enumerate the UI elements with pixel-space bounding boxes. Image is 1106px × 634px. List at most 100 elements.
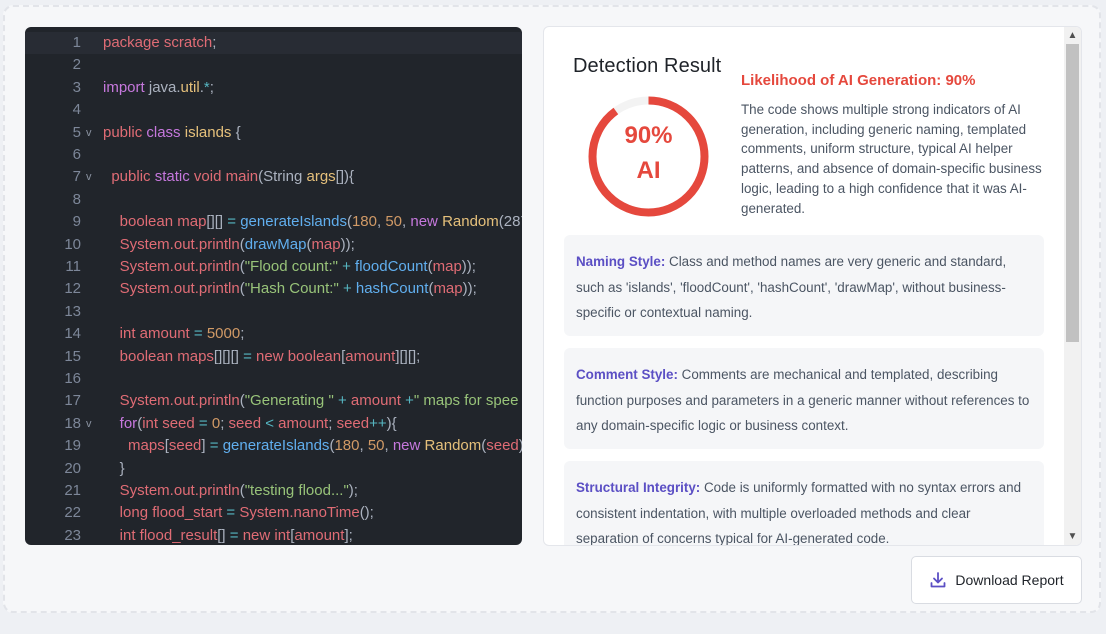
code-token: ; <box>220 414 229 432</box>
code-token: )); <box>461 258 476 275</box>
code-token: generateIslands <box>222 437 330 455</box>
code-line[interactable]: 18 v for(int seed = 0; seed < amount; see… <box>25 413 522 435</box>
fold-chevron-icon[interactable]: v <box>86 122 92 144</box>
code-text: for(int seed = 0; seed < amount; seed++)… <box>103 413 397 435</box>
code-line[interactable]: 10 System.out.println(drawMap(map)); <box>25 234 522 256</box>
code-text: System.out.println("Hash Count:" + hashC… <box>103 278 477 300</box>
detection-result-panel: Detection Result 90% AI Likelihood of AI… <box>543 26 1082 546</box>
fold-chevron-icon[interactable]: v <box>86 166 92 188</box>
code-line[interactable]: 13 <box>25 301 522 323</box>
code-token: new <box>392 437 421 455</box>
code-token: = <box>226 504 236 522</box>
code-line[interactable]: 11 System.out.println("Flood count:" + f… <box>25 256 522 278</box>
code-editor[interactable]: 1 package scratch; 2 3 import java.util.*; 4 5… <box>25 27 522 545</box>
code-line[interactable]: 23 int flood_result[] = new int[amount]; <box>25 525 522 545</box>
code-token: + <box>337 392 347 410</box>
code-text: boolean maps[][][] = new boolean[amount]… <box>103 346 421 368</box>
code-token: 0 <box>211 414 221 432</box>
gauge-percent: 90% <box>624 122 673 149</box>
line-number: 11 <box>65 258 81 275</box>
code-token: new boolean <box>256 347 342 365</box>
code-token: "Generating " <box>244 392 334 410</box>
code-token: boolean maps <box>119 347 214 365</box>
code-token: map <box>311 235 341 253</box>
code-token: public <box>111 168 151 186</box>
line-number: 15 <box>64 347 81 365</box>
code-line[interactable]: 14 int amount = 5000; <box>25 323 522 345</box>
code-token: import <box>103 78 145 96</box>
code-token: [] <box>217 526 230 544</box>
code-token: for <box>119 414 138 432</box>
comment-style-card: Comment Style: Comments are mechanical a… <box>564 348 1044 449</box>
code-token: = <box>229 526 239 544</box>
scroll-thumb[interactable] <box>1066 44 1079 342</box>
code-line[interactable]: 21 System.out.println("testing flood..."… <box>25 480 522 502</box>
code-text: System.out.println("Flood count:" + floo… <box>103 256 476 278</box>
code-line[interactable]: 2 <box>25 54 522 76</box>
code-line[interactable]: 9 boolean map[][] = generateIslands(180,… <box>25 211 522 233</box>
code-line[interactable]: 19 maps[seed] = generateIslands(180, 50,… <box>25 435 522 457</box>
code-token: args <box>306 168 336 186</box>
line-number: 14 <box>64 325 81 343</box>
code-token: main <box>225 168 259 186</box>
code-token: = <box>209 437 219 455</box>
code-token: (287 <box>498 213 522 231</box>
code-line[interactable]: 20 } <box>25 458 522 480</box>
code-line[interactable]: 4 <box>25 99 522 121</box>
line-number: 10 <box>64 235 81 253</box>
code-line[interactable]: 6 <box>25 144 522 166</box>
code-line[interactable]: 7v public static void main(String args[]… <box>25 166 522 188</box>
code-token: int amount <box>119 325 190 343</box>
code-token: hashCount <box>355 280 429 298</box>
code-token: { <box>231 123 241 141</box>
download-report-button[interactable]: Download Report <box>911 556 1082 604</box>
code-token: seed <box>228 414 262 432</box>
line-number: 22 <box>64 504 81 522</box>
code-token: seed <box>168 437 202 455</box>
code-token: System.out.println <box>119 392 240 410</box>
code-text: public class islands { <box>103 122 241 144</box>
code-token: int seed <box>142 414 195 432</box>
code-line[interactable]: 1 package scratch; <box>25 32 522 55</box>
code-line[interactable]: 12 System.out.println("Hash Count:" + ha… <box>25 278 522 300</box>
code-token: boolean <box>119 213 174 231</box>
code-line[interactable]: 22 long flood_start = System.nanoTime(); <box>25 502 522 524</box>
code-line[interactable]: 16 <box>25 368 522 390</box>
code-token: "testing flood..." <box>244 482 349 499</box>
line-number: 8 <box>72 190 81 208</box>
code-token: java. <box>144 78 181 96</box>
line-number: 18 <box>64 414 81 432</box>
code-text: long flood_start = System.nanoTime(); <box>103 502 374 524</box>
code-token: System.out.println <box>119 482 240 499</box>
scroll-up-arrow-icon[interactable]: ▲ <box>1064 27 1081 44</box>
panel-scrollbar[interactable]: ▲ ▼ <box>1064 27 1081 545</box>
code-token: map <box>432 258 462 275</box>
code-token: ); <box>348 482 358 499</box>
code-line[interactable]: 17 System.out.println("Generating " + am… <box>25 390 522 412</box>
fold-chevron-icon[interactable]: v <box>86 413 92 435</box>
code-token: 180 <box>334 437 360 455</box>
scroll-down-arrow-icon[interactable]: ▼ <box>1064 528 1081 545</box>
code-text: public static void main(String args[]){ <box>103 166 354 188</box>
line-number: 12 <box>64 280 81 298</box>
code-token: islands <box>184 123 232 141</box>
code-token: ; <box>328 414 337 432</box>
code-line[interactable]: 8 <box>25 189 522 211</box>
code-token: "Hash Count:" <box>244 280 339 298</box>
download-icon <box>929 571 947 589</box>
line-number: 3 <box>72 78 81 96</box>
code-token: = <box>227 213 237 231</box>
card-label: Naming Style: <box>576 254 666 269</box>
code-line[interactable]: 15 boolean maps[][][] = new boolean[amou… <box>25 346 522 368</box>
line-number: 19 <box>64 437 81 455</box>
line-number: 13 <box>64 302 81 320</box>
code-token: 5000 <box>206 325 241 343</box>
line-number: 6 <box>72 146 81 163</box>
code-line[interactable]: 5 v public class islands { <box>25 122 522 144</box>
code-line[interactable]: 3 import java.util.*; <box>25 77 522 99</box>
